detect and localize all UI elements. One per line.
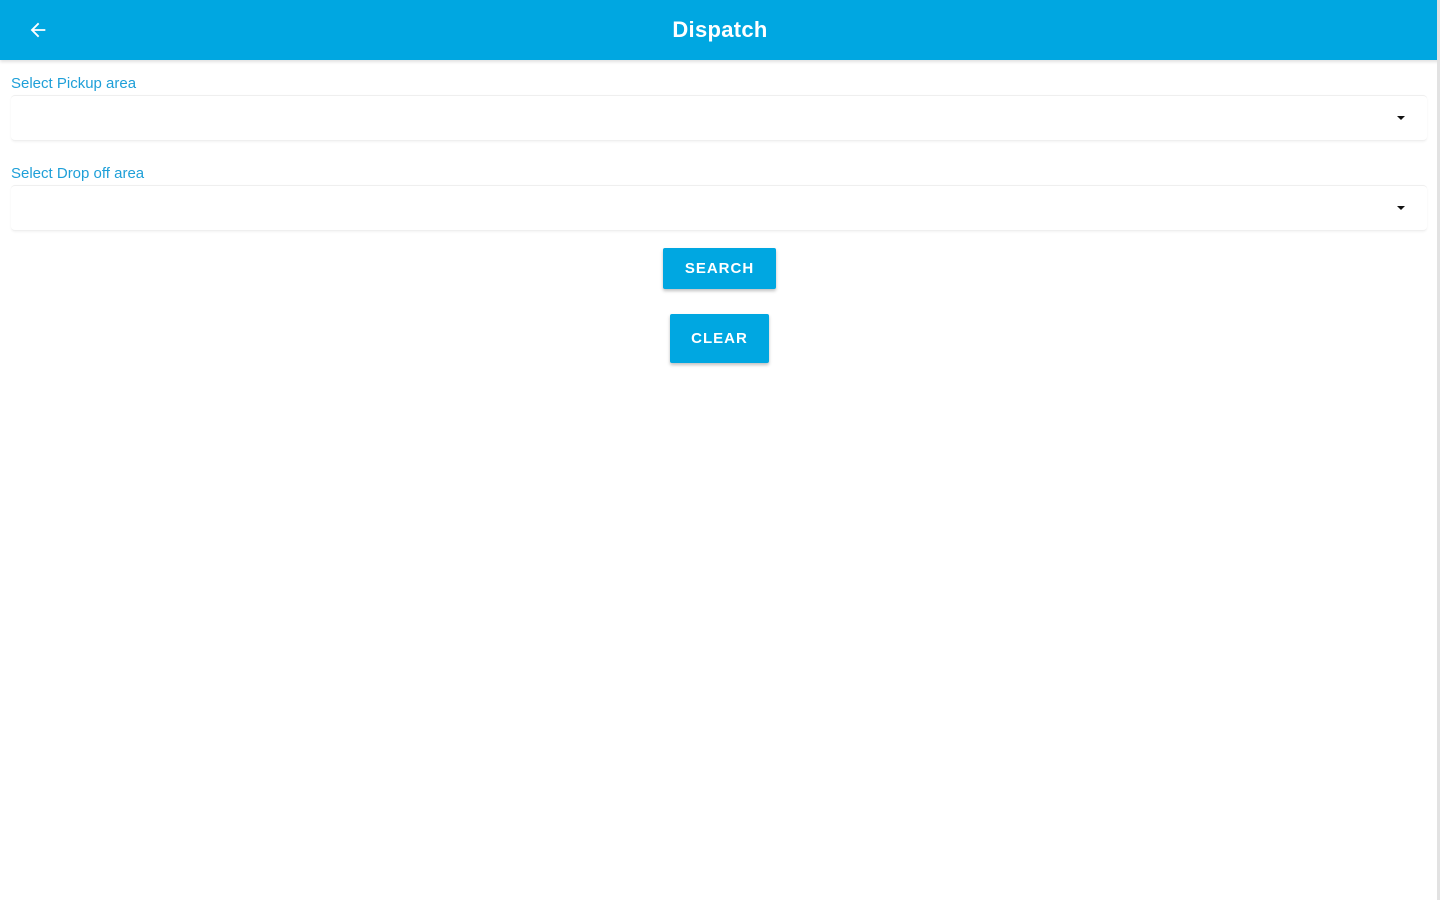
dropoff-area-select[interactable]: [11, 185, 1427, 231]
dropoff-area-label: Select Drop off area: [11, 165, 145, 182]
caret-down-icon: [1397, 116, 1405, 120]
pickup-area-select[interactable]: [11, 95, 1427, 141]
app-bar: Dispatch: [0, 0, 1440, 60]
dispatch-screen: Dispatch Select Pickup area Select Drop …: [0, 0, 1440, 900]
clear-button[interactable]: CLEAR: [670, 314, 769, 363]
caret-down-icon: [1397, 206, 1405, 210]
back-button[interactable]: [20, 12, 56, 48]
page-title: Dispatch: [672, 17, 768, 42]
search-button[interactable]: SEARCH: [663, 248, 776, 289]
pickup-area-label: Select Pickup area: [11, 75, 137, 92]
arrow-left-icon: [30, 22, 46, 38]
